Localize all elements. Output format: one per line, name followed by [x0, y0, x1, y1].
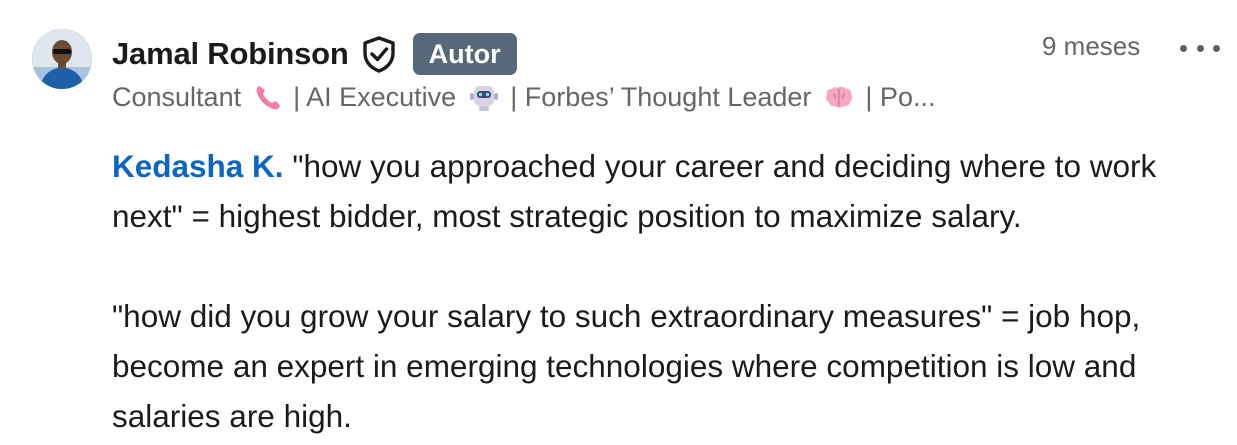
mention-link[interactable]: Kedasha K. [112, 148, 284, 184]
verified-shield-icon [361, 35, 397, 73]
author-name[interactable]: Jamal Robinson [112, 36, 349, 72]
brain-icon [823, 82, 855, 112]
author-headline: Consultant | AI Executive | Forbes’ Thou… [112, 79, 1007, 115]
headline-segment-forbes: | Forbes’ Thought Leader [510, 81, 812, 112]
headline-segment-ai-executive: | AI Executive [293, 81, 457, 112]
headline-segment-consultant: Consultant [112, 81, 242, 112]
more-options-icon[interactable] [1180, 38, 1220, 58]
robot-icon [468, 82, 500, 112]
comment-paragraph-1: Kedasha K. "how you approached your care… [112, 141, 1227, 241]
author-badge: Autor [412, 33, 517, 75]
author-header: Jamal Robinson Autor [112, 32, 517, 76]
comment-paragraph-2: "how did you grow your salary to such ex… [112, 298, 1141, 434]
author-avatar[interactable] [32, 29, 92, 89]
comment-timestamp: 9 meses [1042, 31, 1141, 61]
headline-segment-truncated: | Po... [865, 81, 936, 112]
telephone-receiver-icon [253, 82, 283, 112]
comment-body: Kedasha K. "how you approached your care… [112, 141, 1227, 441]
